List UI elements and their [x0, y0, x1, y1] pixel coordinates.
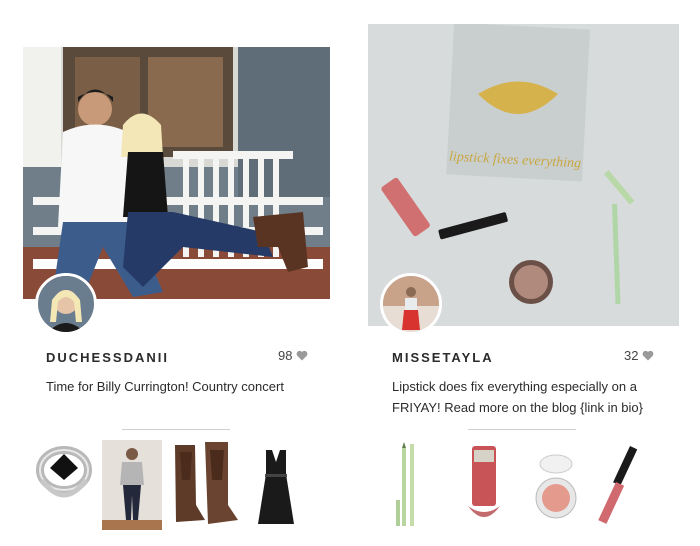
- username[interactable]: DUCHESSDANII: [46, 350, 169, 365]
- product-thumbnail-outfit[interactable]: [102, 440, 162, 530]
- post-photo[interactable]: [23, 47, 330, 299]
- post-card-duchessdanii[interactable]: DUCHESSDANII 98 Time for Billy Curringto…: [16, 0, 336, 546]
- heart-icon[interactable]: [642, 350, 654, 361]
- post-card-missetayla[interactable]: lipstick fixes everything MISSETAYLA 32: [364, 0, 684, 546]
- like-count-value: 32: [624, 348, 639, 363]
- heart-icon[interactable]: [296, 350, 308, 361]
- product-thumbnail-gloss[interactable]: [454, 440, 514, 530]
- post-caption: Time for Billy Currington! Country conce…: [46, 379, 284, 394]
- product-thumbnail-compact[interactable]: [524, 440, 588, 530]
- product-thumbnail-boots[interactable]: [170, 440, 240, 530]
- like-count-value: 98: [278, 348, 293, 363]
- divider: [122, 429, 230, 430]
- post-caption: Lipstick does fix everything especially …: [392, 379, 643, 415]
- avatar[interactable]: [35, 273, 97, 335]
- avatar[interactable]: [380, 273, 442, 335]
- like-count[interactable]: 98: [278, 348, 308, 363]
- product-thumbnail-dress[interactable]: [248, 440, 304, 530]
- product-thumbnail-ring[interactable]: [32, 440, 96, 530]
- divider: [468, 429, 576, 430]
- username[interactable]: MISSETAYLA: [392, 350, 494, 365]
- product-thumbnail-pencils[interactable]: [386, 440, 436, 530]
- product-thumbnail-gloss-wand[interactable]: [596, 440, 656, 530]
- like-count[interactable]: 32: [624, 348, 654, 363]
